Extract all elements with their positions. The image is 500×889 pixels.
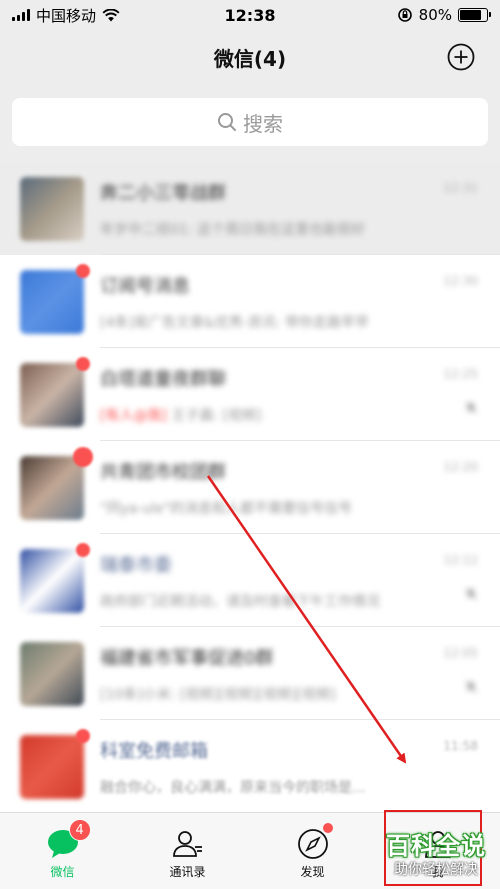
chat-avatar <box>20 356 90 427</box>
chat-avatar <box>20 641 84 706</box>
chat-name: 共青团市校团群 <box>100 461 226 483</box>
chat-time: 12:12 <box>443 552 478 567</box>
chat-preview: 融合你心，良心满满，原来当今的职场是... <box>100 777 500 797</box>
orientation-lock-icon <box>397 8 412 22</box>
chat-preview-text: 年岁中二班01: 这个周日我在这里也能很好 <box>100 221 365 238</box>
chat-preview: [10条]小米: [视频][视频][视频][视频] <box>100 684 500 704</box>
search-bar[interactable]: 搜索 <box>12 98 488 146</box>
chat-time: 12:20 <box>443 459 478 474</box>
unread-dot <box>76 728 90 743</box>
chat-preview: [有人@我] 王子晨: [视频] <box>100 405 500 425</box>
chat-avatar <box>20 728 90 799</box>
tab-contacts[interactable]: 通讯录 <box>125 813 250 889</box>
chat-name: 福建省市军事促进0群 <box>100 647 274 669</box>
chat-time: 12:31 <box>443 180 478 195</box>
battery-icon <box>458 8 491 22</box>
chat-name: 奔二小三零战群 <box>100 182 226 204</box>
chat-preview-text: "同ya-ule"的消息和人都不需要信号信号 <box>100 500 353 517</box>
chat-list: 奔二小三零战群年岁中二班01: 这个周日我在这里也能很好 12:31 订阅号消息 [4… <box>0 162 500 812</box>
search-icon <box>218 113 236 131</box>
chat-avatar <box>20 542 90 613</box>
chat-list-item[interactable]: 订阅号消息 [4条]易广告文章&优秀-资讯: 带你走路早早 12:30 <box>0 255 500 348</box>
chat-preview: [4条]易广告文章&优秀-资讯: 带你走路早早 <box>100 312 500 332</box>
chat-preview: 年岁中二班01: 这个周日我在这里也能很好 <box>100 219 500 239</box>
page-title: 微信(4) <box>213 46 287 71</box>
chat-list-item[interactable]: 共青团市校团群 "同ya-ule"的消息和人都不需要信号信号 12:20 <box>0 441 500 534</box>
watermark-logo: 百科全说 助你轻松解决 <box>376 826 496 879</box>
unread-dot <box>76 542 90 557</box>
unread-dot <box>76 356 90 371</box>
wifi-icon <box>102 8 120 21</box>
chat-avatar <box>20 446 93 520</box>
carrier-name: 中国移动 <box>36 6 97 25</box>
mute-icon <box>464 680 478 698</box>
battery-percent: 80% <box>418 6 452 24</box>
mention-tag: [有人@我] <box>100 407 167 424</box>
chat-time: 11:58 <box>443 738 478 753</box>
chat-name: 科室免费邮箱 <box>100 740 208 762</box>
plus-circle-icon[interactable] <box>446 42 476 72</box>
chat-preview-text: [10条]小米: [视频][视频][视频][视频] <box>100 686 336 703</box>
chat-time: 12:30 <box>443 273 478 288</box>
nav-bar: 微信(4) <box>0 30 500 84</box>
chat-list-item[interactable]: 奔二小三零战群年岁中二班01: 这个周日我在这里也能很好 12:31 <box>0 162 500 255</box>
chat-name: 白塔道童夜群聊 <box>100 368 226 390</box>
chat-avatar <box>20 263 90 334</box>
search-placeholder: 搜索 <box>243 111 283 136</box>
new-dot <box>322 823 333 833</box>
contacts-icon <box>172 831 202 857</box>
chat-preview-text: 政府部门近期活动，请及时查看下午工作情况 <box>100 593 380 610</box>
chat-preview-text: [4条]易广告文章&优秀-资讯: 带你走路早早 <box>100 314 369 331</box>
chat-preview-text: 融合你心，良心满满，原来当今的职场是... <box>100 779 366 796</box>
chat-list-item[interactable]: 白塔道童夜群聊 [有人@我] 王子晨: [视频] 12:25 <box>0 348 500 441</box>
mute-icon <box>464 587 478 605</box>
chat-avatar <box>20 176 84 241</box>
chat-time: 12:05 <box>443 645 478 660</box>
unread-badge: 4 <box>68 819 91 841</box>
tab-label: 通讯录 <box>169 865 206 879</box>
unread-dot <box>76 263 90 278</box>
tab-discover[interactable]: 发现 <box>250 813 375 889</box>
chat-name: 瑞泰市委 <box>100 554 172 576</box>
tab-label: 微信 <box>50 865 75 879</box>
tab-chats[interactable]: 4 微信 <box>0 813 125 889</box>
chat-time: 12:25 <box>443 366 478 381</box>
chat-list-item[interactable]: 瑞泰市委政府部门近期活动，请及时查看下午工作情况 12:12 <box>0 534 500 627</box>
chat-preview: "同ya-ule"的消息和人都不需要信号信号 <box>100 498 500 518</box>
signal-strength-icon <box>12 9 30 21</box>
watermark-subtitle: 助你轻松解决 <box>394 862 478 878</box>
unread-dot <box>73 446 93 467</box>
tab-label: 发现 <box>300 865 325 879</box>
chat-list-item[interactable]: 福建省市军事促进0群 [10条]小米: [视频][视频][视频][视频] 12:05 <box>0 627 500 720</box>
chat-preview: 政府部门近期活动，请及时查看下午工作情况 <box>100 591 500 611</box>
status-bar: 中国移动 12:38 80% <box>0 0 500 30</box>
watermark-title: 百科全说 <box>386 832 486 860</box>
chat-preview-text: 王子晨: [视频] <box>171 407 262 424</box>
chat-name: 订阅号消息 <box>100 275 190 297</box>
mute-icon <box>464 401 478 419</box>
chat-list-item[interactable]: 科室免费邮箱融合你心，良心满满，原来当今的职场是... 11:58 <box>0 720 500 812</box>
